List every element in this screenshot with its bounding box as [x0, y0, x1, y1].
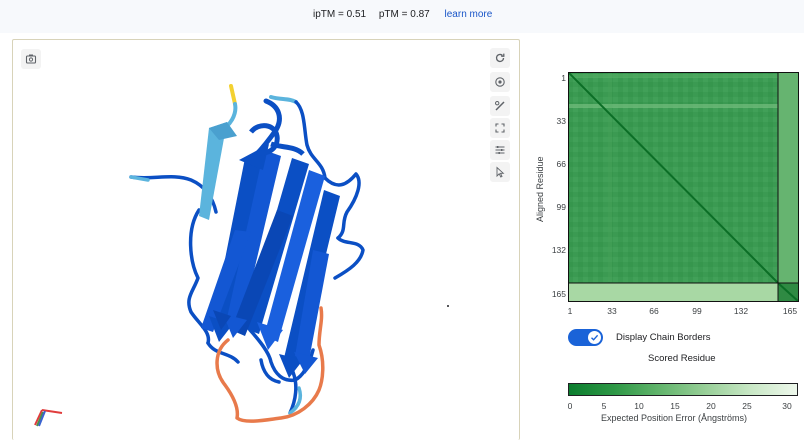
colorbar-tick: 5: [601, 401, 607, 411]
y-tick: 132: [551, 245, 566, 255]
colorbar-tick: 15: [670, 401, 680, 411]
axes-gizmo-icon: [34, 409, 63, 427]
iptm-value: ipTM = 0.51: [313, 9, 367, 20]
x-tick: 1: [567, 306, 573, 316]
confidence-metrics: ipTM = 0.51 pTM = 0.87 learn more: [313, 9, 502, 20]
x-tick: 66: [649, 306, 659, 316]
x-tick: 165: [782, 306, 798, 316]
colorbar-tick: 10: [634, 401, 644, 411]
colorbar-tick: 20: [706, 401, 716, 411]
x-axis-label: Scored Residue: [648, 353, 716, 364]
colorbar-tick: 0: [567, 401, 573, 411]
structure-viewer[interactable]: [12, 39, 520, 440]
toggle-label: Display Chain Borders: [616, 331, 711, 343]
colorbar: [568, 383, 798, 396]
metrics-bar: ipTM = 0.51 pTM = 0.87 learn more: [0, 0, 804, 33]
y-tick: 1: [561, 73, 566, 83]
y-tick: 165: [551, 289, 566, 299]
colorbar-tick: 25: [742, 401, 752, 411]
checkmark-icon: [588, 330, 601, 344]
colorbar-label: Expected Position Error (Ångströms): [601, 413, 748, 423]
colorbar-tick: 30: [782, 401, 792, 411]
y-tick: 33: [556, 116, 566, 126]
protein-structure[interactable]: [13, 40, 519, 440]
x-tick: 33: [607, 306, 617, 316]
y-tick: 66: [556, 159, 566, 169]
x-tick: 132: [733, 306, 749, 316]
ptm-value: pTM = 0.87: [378, 9, 430, 20]
pae-heatmap[interactable]: [568, 72, 799, 302]
x-tick: 99: [692, 306, 702, 316]
chain-borders-toggle-row: Display Chain Borders: [568, 328, 711, 346]
learn-more-link[interactable]: learn more: [445, 9, 493, 20]
y-tick: 99: [556, 202, 566, 212]
chain-borders-toggle[interactable]: [568, 328, 603, 346]
